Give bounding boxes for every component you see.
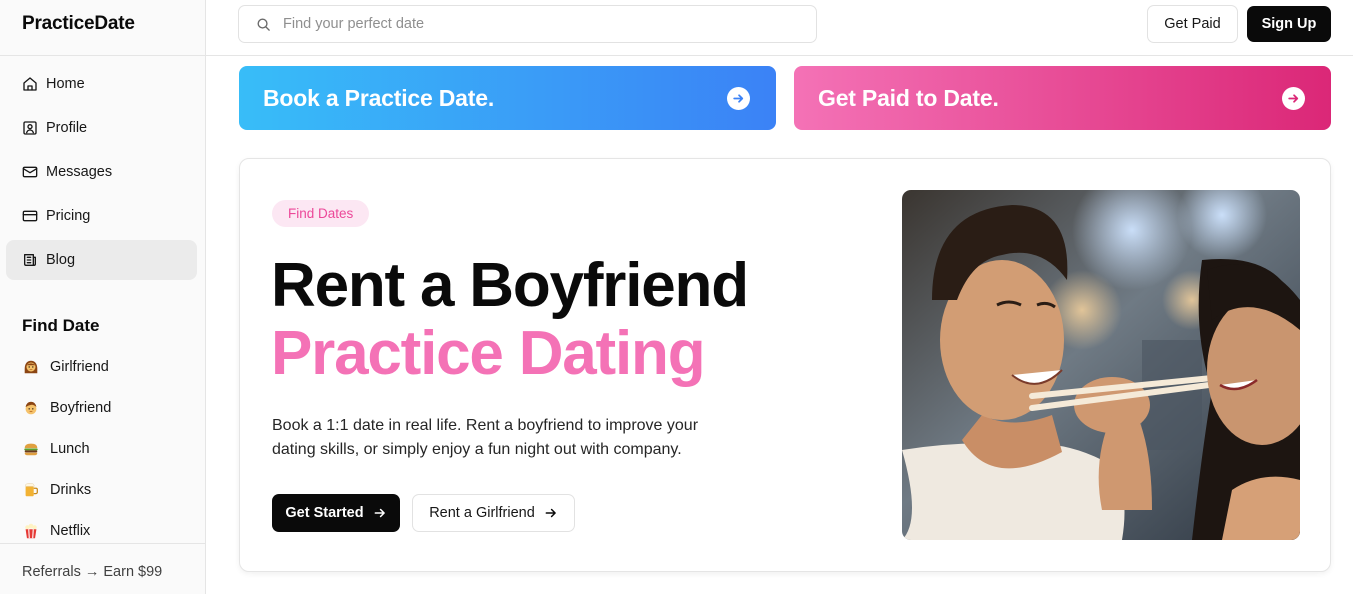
couple-sharing-food-photo — [902, 190, 1300, 540]
get-started-button[interactable]: Get Started — [272, 494, 400, 532]
search-box — [238, 5, 817, 43]
beer-emoji-icon — [24, 482, 38, 496]
arrow-right-circle-icon — [727, 87, 750, 110]
sidebar-item-home[interactable]: Home — [6, 64, 197, 104]
sidebar-item-pricing[interactable]: Pricing — [6, 196, 197, 236]
find-item-girlfriend[interactable]: Girlfriend — [6, 348, 197, 385]
find-item-label: Drinks — [50, 481, 92, 498]
banner-label: Get Paid to Date. — [818, 84, 999, 111]
sidebar-item-profile[interactable]: Profile — [6, 108, 197, 148]
find-item-label: Lunch — [50, 440, 90, 457]
sidebar-item-label: Blog — [46, 252, 76, 268]
hero-title-line1: Rent a Boyfriend — [271, 251, 749, 320]
search-icon — [257, 18, 270, 31]
get-paid-to-date-banner[interactable]: Get Paid to Date. — [794, 66, 1331, 130]
find-item-label: Girlfriend — [50, 358, 109, 375]
hero-description: Book a 1:1 date in real life. Rent a boy… — [272, 417, 699, 458]
find-item-lunch[interactable]: Lunch — [6, 430, 197, 467]
button-label: Get Started — [285, 505, 364, 521]
sidebar: PracticeDate Home Profile Messages Prici… — [0, 0, 206, 594]
newspaper-icon — [24, 254, 36, 266]
sidebar-item-label: Messages — [46, 164, 113, 180]
home-icon — [23, 77, 37, 91]
find-item-label: Boyfriend — [50, 399, 112, 416]
brand-logo[interactable]: PracticeDate — [22, 13, 135, 35]
divider — [0, 55, 206, 56]
sidebar-item-blog[interactable]: Blog — [6, 240, 197, 280]
arrow-right-icon — [374, 508, 385, 518]
sidebar-item-messages[interactable]: Messages — [6, 152, 197, 192]
woman-emoji-icon — [24, 360, 38, 373]
hero-card: Find Dates Rent a Boyfriend Practice Dat… — [239, 158, 1331, 572]
sidebar-item-label: Pricing — [46, 208, 91, 224]
hero-title-line2: Practice Dating — [271, 319, 706, 388]
banner-label: Book a Practice Date. — [263, 84, 495, 111]
find-date-list: Girlfriend Boyfriend Lunch Drinks Netfli… — [6, 348, 197, 553]
profile-icon — [23, 121, 37, 135]
search-input[interactable] — [283, 6, 803, 42]
rent-girlfriend-button[interactable]: Rent a Girlfriend — [412, 494, 575, 532]
mail-icon — [22, 166, 38, 178]
card-icon — [22, 210, 38, 222]
sidebar-footer: Referrals → Earn $99 — [0, 543, 206, 594]
sign-up-button[interactable]: Sign Up — [1247, 6, 1331, 42]
find-item-label: Netflix — [50, 522, 91, 539]
referrals-link[interactable]: Referrals → Earn $99 — [22, 564, 162, 580]
book-practice-date-banner[interactable]: Book a Practice Date. — [239, 66, 776, 130]
boy-emoji-icon — [25, 401, 37, 414]
arrow-right-icon — [545, 508, 556, 518]
get-paid-button[interactable]: Get Paid — [1147, 5, 1238, 43]
sidebar-item-label: Home — [46, 76, 85, 92]
button-label: Rent a Girlfriend — [429, 505, 535, 521]
app-root: PracticeDate Home Profile Messages Prici… — [0, 0, 1353, 594]
sidebar-item-label: Profile — [46, 120, 88, 136]
find-item-drinks[interactable]: Drinks — [6, 471, 197, 508]
sidebar-nav: Home Profile Messages Pricing Blog — [6, 64, 197, 284]
arrow-right-circle-icon — [1282, 87, 1305, 110]
find-dates-badge: Find Dates — [272, 200, 370, 227]
burger-emoji-icon — [24, 443, 38, 455]
find-item-boyfriend[interactable]: Boyfriend — [6, 389, 197, 426]
popcorn-emoji-icon — [25, 523, 37, 538]
find-date-heading: Find Date — [22, 316, 100, 335]
top-bar: Get Paid Sign Up — [206, 0, 1353, 56]
